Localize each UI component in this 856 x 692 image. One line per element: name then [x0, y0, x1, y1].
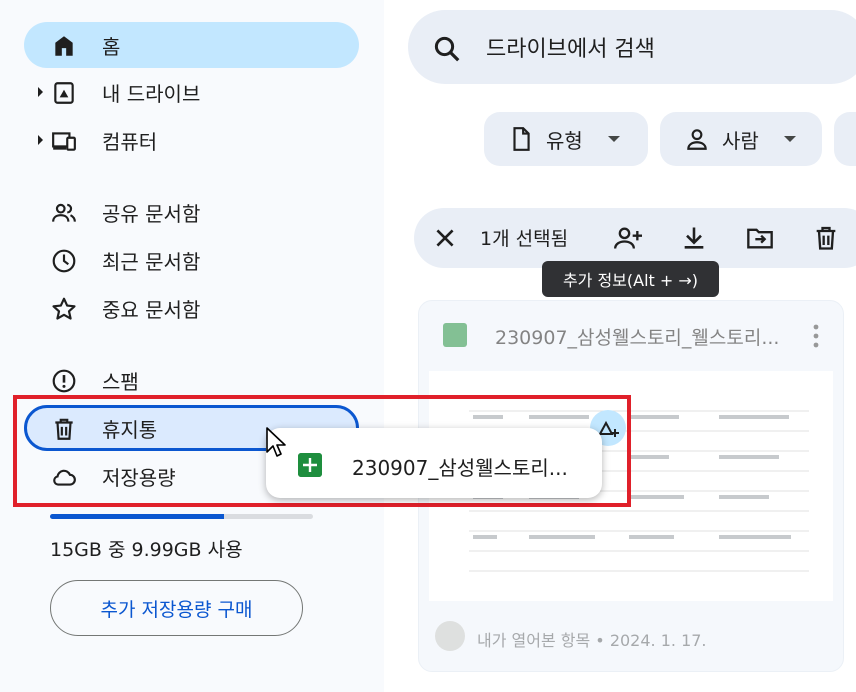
move-to-folder-icon[interactable]: [746, 224, 774, 252]
close-icon[interactable]: [432, 225, 458, 251]
chevron-down-icon: [784, 136, 796, 142]
sidebar-item-starred[interactable]: 중요 문서함: [24, 285, 359, 331]
sidebar-item-label: 내 드라이브: [102, 81, 201, 106]
sidebar-item-computers[interactable]: 컴퓨터: [24, 117, 359, 163]
dragged-file-chip[interactable]: 230907_삼성웰스토리...: [266, 428, 602, 498]
sidebar-item-label: 중요 문서함: [102, 297, 201, 322]
more-vert-icon[interactable]: [813, 323, 819, 349]
filter-type-chip[interactable]: 유형: [484, 112, 648, 166]
buy-storage-button[interactable]: 추가 저장용량 구매: [50, 580, 303, 636]
storage-quota-text: 15GB 중 9.99GB 사용: [50, 539, 243, 561]
file-icon: [513, 127, 530, 151]
my-drive-icon: [54, 82, 74, 104]
sheets-icon: [298, 453, 322, 477]
sidebar-item-shared[interactable]: 공유 문서함: [24, 189, 359, 235]
sidebar-item-label: 공유 문서함: [102, 201, 201, 226]
computer-icon: [52, 132, 76, 151]
search-input[interactable]: 드라이브에서 검색: [486, 31, 655, 63]
home-icon: [55, 36, 73, 56]
storage-quota-bar: [50, 514, 313, 519]
file-card-title: 230907_삼성웰스토리_웰스토리...: [495, 327, 780, 349]
search-bar[interactable]: 드라이브에서 검색: [408, 10, 856, 84]
share-icon[interactable]: [614, 224, 642, 252]
sidebar-item-label: 스팸: [102, 369, 139, 394]
filter-more-chip[interactable]: [834, 112, 856, 166]
sidebar-item-label: 홈: [102, 34, 121, 59]
star-icon: [52, 297, 76, 320]
sidebar-item-label: 최근 문서함: [102, 249, 201, 274]
dragged-file-name: 230907_삼성웰스토리...: [352, 456, 568, 480]
sidebar-item-my-drive[interactable]: 내 드라이브: [24, 69, 359, 115]
sidebar-item-home[interactable]: 홈: [24, 22, 359, 68]
expand-arrow-icon[interactable]: [38, 87, 43, 97]
filter-type-label: 유형: [546, 128, 583, 153]
chevron-down-icon: [608, 136, 620, 142]
share-tooltip: 추가 정보(Alt + →): [542, 261, 719, 297]
people-icon: [52, 203, 76, 222]
sidebar: 홈 내 드라이브 컴퓨터 공유 문서함 최근 문서함 중요 문서함 스팸 휴지통…: [0, 0, 384, 692]
person-icon: [687, 129, 707, 150]
sheets-icon: [443, 323, 467, 347]
sidebar-item-label: 컴퓨터: [102, 129, 158, 154]
expand-arrow-icon[interactable]: [38, 135, 43, 145]
filter-people-label: 사람: [722, 128, 759, 153]
avatar: [435, 621, 465, 651]
trash-icon[interactable]: [812, 224, 840, 252]
mouse-cursor-icon: [266, 427, 286, 457]
selection-count: 1개 선택됨: [480, 228, 569, 250]
sidebar-item-recent[interactable]: 최근 문서함: [24, 237, 359, 283]
download-icon[interactable]: [680, 224, 708, 252]
file-card-meta: 내가 열어본 항목 • 2024. 1. 17.: [477, 631, 707, 650]
search-icon[interactable]: [432, 34, 462, 64]
storage-quota-fill: [50, 514, 224, 519]
clock-icon: [52, 249, 76, 273]
filter-people-chip[interactable]: 사람: [660, 112, 822, 166]
spam-icon: [52, 369, 76, 393]
selection-toolbar: 1개 선택됨: [414, 208, 856, 268]
